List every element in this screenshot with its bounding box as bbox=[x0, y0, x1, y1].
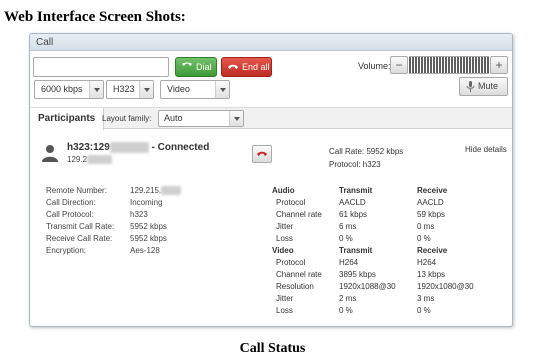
dial-label: Dial bbox=[196, 62, 212, 72]
audio-receive-value: 0 % bbox=[417, 234, 431, 243]
detail-value: 129.215.00.00 bbox=[130, 186, 182, 195]
call-type-value: Video bbox=[167, 84, 190, 94]
video-row-label: Protocol bbox=[276, 258, 306, 267]
participant-status: - Connected bbox=[148, 142, 210, 153]
audio-row-label: Protocol bbox=[276, 198, 306, 207]
audio-receive-header: Receive bbox=[417, 186, 448, 195]
detail-value: 5952 kbps bbox=[130, 234, 167, 243]
video-row-label: Loss bbox=[276, 306, 293, 315]
detail-value: h323 bbox=[130, 210, 148, 219]
chevron-down-icon bbox=[215, 81, 229, 98]
microphone-icon bbox=[466, 81, 475, 92]
summary-call-rate: Call Rate: 5952 kbps bbox=[329, 147, 404, 156]
audio-transmit-value: 61 kbps bbox=[339, 210, 368, 219]
video-transmit-value: H264 bbox=[339, 258, 359, 267]
mute-label: Mute bbox=[478, 81, 499, 91]
video-header: Video bbox=[272, 246, 294, 255]
layout-family-label: Layout family: bbox=[102, 114, 152, 123]
audio-row-label: Jitter bbox=[276, 222, 294, 231]
tab-participants[interactable]: Participants bbox=[30, 108, 105, 130]
hide-details-link[interactable]: Hide details bbox=[465, 145, 507, 154]
audio-receive-value: 0 ms bbox=[417, 222, 435, 231]
redacted-text: 00.00 bbox=[161, 186, 182, 195]
call-rate-select[interactable]: 6000 kbps bbox=[34, 80, 104, 99]
detail-label: Receive Call Rate: bbox=[46, 234, 113, 243]
audio-transmit-value: AACLD bbox=[339, 198, 366, 207]
chevron-down-icon bbox=[89, 81, 103, 98]
video-transmit-value: 0 % bbox=[339, 306, 353, 315]
end-all-button[interactable]: End all bbox=[221, 57, 272, 77]
user-icon bbox=[42, 145, 58, 162]
phone-hangup-icon bbox=[228, 64, 238, 69]
video-transmit-value: 1920x1088@30 bbox=[339, 282, 396, 291]
audio-transmit-value: 0 % bbox=[339, 234, 353, 243]
participants-tab-bar: Participants Layout family: Auto bbox=[30, 107, 512, 130]
document-title: Web Interface Screen Shots: bbox=[4, 9, 186, 25]
layout-family-select[interactable]: Auto bbox=[158, 110, 244, 127]
summary-protocol: Protocol: h323 bbox=[329, 160, 381, 169]
video-receive-value: 0 % bbox=[417, 306, 431, 315]
video-transmit-value: 2 ms bbox=[339, 294, 357, 303]
call-type-select[interactable]: Video bbox=[160, 80, 230, 99]
phone-hangup-icon bbox=[257, 151, 267, 156]
video-receive-header: Receive bbox=[417, 246, 448, 255]
detail-label: Call Protocol: bbox=[46, 210, 94, 219]
detail-label: Call Direction: bbox=[46, 198, 96, 207]
volume-label: Volume: bbox=[358, 61, 391, 71]
layout-family-value: Auto bbox=[164, 113, 183, 123]
detail-value: Aes-128 bbox=[130, 246, 160, 255]
detail-label: Encryption: bbox=[46, 246, 87, 255]
participant-address-value: 129.2 bbox=[67, 155, 88, 164]
video-receive-value: H264 bbox=[417, 258, 437, 267]
video-transmit-value: 3895 kbps bbox=[339, 270, 376, 279]
panel-title: Call bbox=[30, 34, 512, 51]
video-row-label: Jitter bbox=[276, 294, 294, 303]
audio-row-label: Loss bbox=[276, 234, 293, 243]
detail-label: Remote Number: bbox=[46, 186, 107, 195]
detail-value: 5952 kbps bbox=[130, 222, 167, 231]
call-panel: Call Dial End all Volume: − + 6000 kbps … bbox=[29, 33, 513, 327]
participant-address: 129.200.000 bbox=[67, 155, 112, 164]
chevron-down-icon bbox=[139, 81, 153, 98]
audio-transmit-header: Transmit bbox=[339, 186, 373, 195]
redacted-text: .000.000 bbox=[109, 142, 149, 153]
volume-slider[interactable] bbox=[409, 56, 489, 74]
detail-value: Incoming bbox=[130, 198, 163, 207]
audio-row-label: Channel rate bbox=[276, 210, 322, 219]
participant-name-prefix: h323:129 bbox=[67, 142, 110, 153]
volume-up-button[interactable]: + bbox=[490, 56, 508, 74]
protocol-value: H323 bbox=[113, 84, 135, 94]
participant-name: h323:129.000.000 - Connected bbox=[67, 142, 209, 153]
audio-transmit-value: 6 ms bbox=[339, 222, 357, 231]
video-row-label: Channel rate bbox=[276, 270, 322, 279]
audio-header: Audio bbox=[272, 186, 295, 195]
mute-button[interactable]: Mute bbox=[459, 77, 508, 96]
hangup-participant-button[interactable] bbox=[252, 145, 272, 163]
participant-card: h323:129.000.000 - Connected 129.200.000… bbox=[30, 129, 512, 326]
end-all-label: End all bbox=[242, 62, 270, 72]
dial-button[interactable]: Dial bbox=[175, 57, 217, 77]
dial-input[interactable] bbox=[33, 57, 169, 77]
figure-caption: Call Status bbox=[239, 341, 306, 356]
video-receive-value: 1920x1080@30 bbox=[417, 282, 474, 291]
detail-value-text: 129.215. bbox=[130, 186, 162, 195]
phone-icon bbox=[182, 62, 192, 66]
redacted-text: 00.000 bbox=[87, 155, 112, 164]
audio-receive-value: 59 kbps bbox=[417, 210, 446, 219]
chevron-down-icon bbox=[229, 111, 243, 126]
protocol-select[interactable]: H323 bbox=[106, 80, 154, 99]
video-receive-value: 13 kbps bbox=[417, 270, 446, 279]
video-row-label: Resolution bbox=[276, 282, 314, 291]
call-rate-value: 6000 kbps bbox=[41, 84, 83, 94]
audio-receive-value: AACLD bbox=[417, 198, 444, 207]
volume-down-button[interactable]: − bbox=[390, 56, 408, 74]
video-receive-value: 3 ms bbox=[417, 294, 435, 303]
detail-label: Transmit Call Rate: bbox=[46, 222, 115, 231]
video-transmit-header: Transmit bbox=[339, 246, 373, 255]
